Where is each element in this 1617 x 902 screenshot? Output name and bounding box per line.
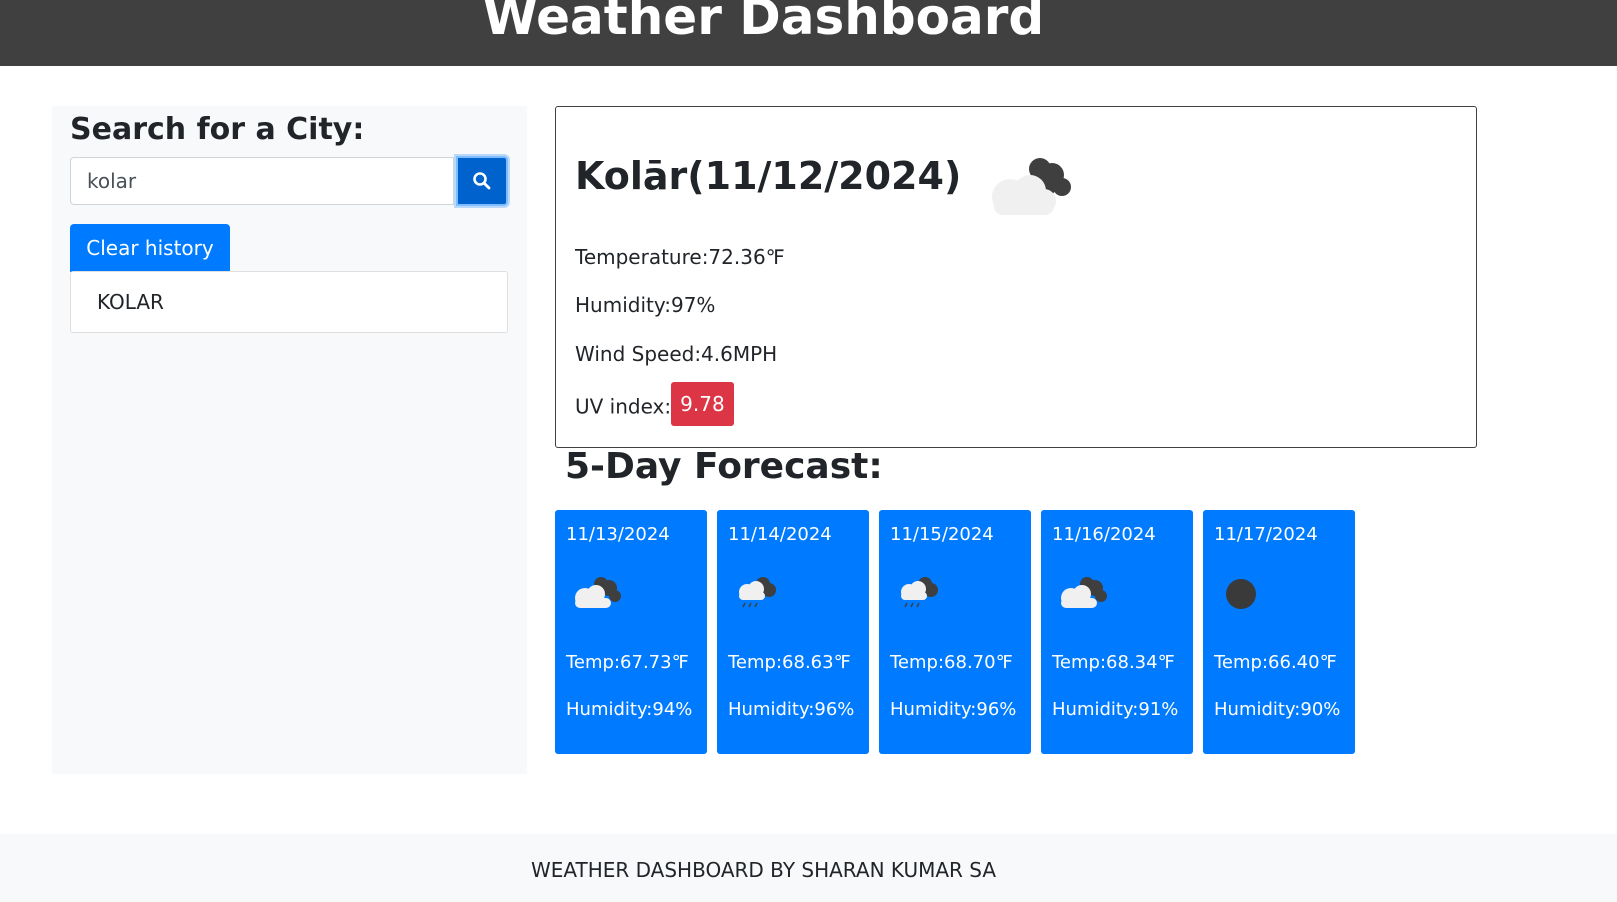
- forecast-temp: Temp:68.63℉: [728, 652, 851, 673]
- forecast-card: 11/17/2024 Temp:66.40℉ Humidity:90%: [1203, 510, 1355, 754]
- forecast-card: 11/16/2024 Temp:68.34℉ Humidity:91%: [1041, 510, 1193, 754]
- forecast-date: 11/15/2024: [890, 524, 994, 545]
- current-humidity: Humidity:97%: [575, 293, 716, 317]
- forecast-heading: 5-Day Forecast:: [565, 446, 883, 487]
- forecast-temp: Temp:68.70℉: [890, 652, 1013, 673]
- dark-circle-icon: [1226, 579, 1256, 609]
- broken-clouds-icon: [1061, 577, 1107, 608]
- broken-clouds-icon: [575, 577, 621, 608]
- history-item[interactable]: KOLAR: [97, 290, 164, 314]
- forecast-humidity: Humidity:94%: [566, 699, 693, 720]
- forecast-card: 11/13/2024 Temp:67.73℉ Humidity:94%: [555, 510, 707, 754]
- forecast-date: 11/17/2024: [1214, 524, 1318, 545]
- search-icon: [473, 172, 491, 190]
- current-uv-row: UV index: 9.78: [575, 382, 734, 426]
- forecast-card: 11/14/2024 Temp:68.63℉ Humidity:96%: [717, 510, 869, 754]
- uv-index-badge: 9.78: [671, 382, 734, 426]
- page-footer: WEATHER DASHBOARD BY SHARAN KUMAR SA: [0, 834, 1617, 902]
- forecast-temp: Temp:67.73℉: [566, 652, 689, 673]
- search-heading: Search for a City:: [70, 112, 365, 147]
- city-search-input[interactable]: [70, 157, 454, 205]
- current-wind-speed: Wind Speed:4.6MPH: [575, 342, 778, 366]
- page-title: Weather Dashboard: [482, 0, 1045, 46]
- broken-clouds-icon: [992, 158, 1071, 215]
- forecast-date: 11/13/2024: [566, 524, 670, 545]
- search-sidebar: Search for a City: Clear history KOLAR: [52, 106, 527, 774]
- forecast-date: 11/16/2024: [1052, 524, 1156, 545]
- search-button[interactable]: [456, 156, 508, 206]
- app-header: Weather Dashboard: [0, 0, 1617, 66]
- current-temperature: Temperature:72.36℉: [575, 245, 785, 269]
- uv-label: UV index:: [575, 394, 672, 419]
- forecast-humidity: Humidity:90%: [1214, 699, 1341, 720]
- clear-history-button[interactable]: Clear history: [70, 224, 230, 272]
- forecast-date: 11/14/2024: [728, 524, 832, 545]
- forecast-temp: Temp:68.34℉: [1052, 652, 1175, 673]
- current-city-title: Kolār(11/12/2024): [575, 154, 962, 198]
- rain-icon: [739, 577, 776, 608]
- forecast-card: 11/15/2024 Temp:68.70℉ Humidity:96%: [879, 510, 1031, 754]
- search-history-list: KOLAR: [70, 271, 508, 333]
- current-weather-card: Kolār(11/12/2024) Temperature:72.36℉ Hum…: [555, 106, 1477, 448]
- footer-credit: WEATHER DASHBOARD BY SHARAN KUMAR SA: [530, 858, 997, 882]
- rain-icon: [901, 577, 938, 608]
- forecast-humidity: Humidity:96%: [890, 699, 1017, 720]
- forecast-humidity: Humidity:91%: [1052, 699, 1179, 720]
- forecast-temp: Temp:66.40℉: [1214, 652, 1337, 673]
- forecast-humidity: Humidity:96%: [728, 699, 855, 720]
